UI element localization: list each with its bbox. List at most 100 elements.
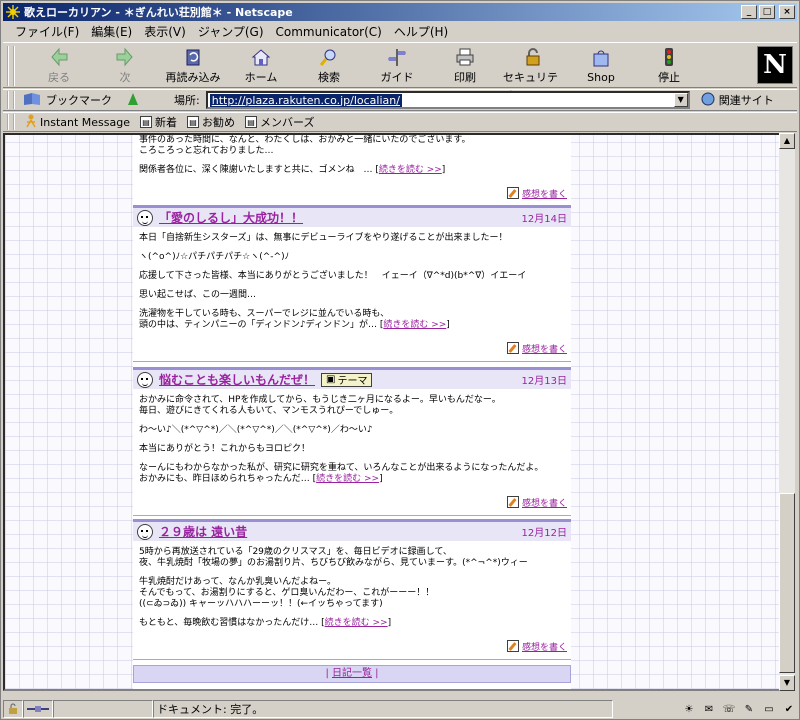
post-body: 5時から再放送されている「29歳のクリスマス」を、毎日ビデオに録画して、 夜、牛… <box>139 547 528 628</box>
vertical-scrollbar[interactable]: ▲ ▼ <box>779 133 795 691</box>
diary-post: 事件のあった時間に、なんと、わたくしは、おかみと一緒にいたのでございます。 ころ… <box>133 135 571 207</box>
url-dropdown-button[interactable]: ▼ <box>673 93 688 107</box>
browser-window: 歌えローカリアン - ＊ぎんれい荘別館＊ - Netscape _ □ × ファ… <box>0 0 800 720</box>
print-icon <box>454 47 476 67</box>
stop-icon <box>658 47 680 67</box>
location-label: 場所: <box>174 94 200 107</box>
pencil-icon <box>506 640 519 652</box>
reload-button[interactable]: 再読み込み <box>163 47 223 85</box>
diary-post: 悩むことも楽しいもんだぜ！ ▣ テーマ 12月13日 おかみに命令されて、HPを作… <box>133 367 571 516</box>
discussions-icon[interactable]: ☏ <box>721 702 737 716</box>
close-button[interactable]: × <box>779 5 795 19</box>
toolbar-grip[interactable] <box>7 114 15 130</box>
print-button[interactable]: 印刷 <box>435 47 495 85</box>
search-icon <box>318 47 340 67</box>
location-page-icon[interactable] <box>126 91 140 110</box>
menu-go[interactable]: ジャンプ(G) <box>192 23 270 40</box>
scroll-up-button[interactable]: ▲ <box>779 133 795 149</box>
diary-list-link[interactable]: 日記一覧 <box>332 668 372 679</box>
pencil-icon <box>506 342 519 354</box>
read-more-link[interactable]: 続きを読む >> <box>383 320 446 330</box>
stop-button[interactable]: 停止 <box>639 47 699 85</box>
netscape-app-icon <box>5 4 21 20</box>
minimize-button[interactable]: _ <box>741 5 757 19</box>
read-more-link[interactable]: 続きを読む >> <box>325 618 388 628</box>
smiley-face-icon <box>137 523 153 540</box>
navigation-toolbar: 戻る 次 再読み込み ホーム 検索 ガイド 印刷 セキュリティ <box>3 42 797 100</box>
menu-file[interactable]: ファイル(F) <box>9 23 85 40</box>
toolbar-grip[interactable] <box>7 46 15 86</box>
post-date: 12月12日 <box>521 528 567 539</box>
scrollbar-thumb[interactable] <box>779 493 795 673</box>
forward-arrow-icon <box>114 47 136 67</box>
forward-button[interactable]: 次 <box>95 47 155 85</box>
post-date: 12月14日 <box>521 214 567 225</box>
security-button[interactable]: セキュリティ <box>503 47 563 100</box>
scroll-down-button[interactable]: ▼ <box>779 675 795 691</box>
search-button[interactable]: 検索 <box>299 47 359 85</box>
page-icon: ▤ <box>187 116 199 128</box>
maximize-button[interactable]: □ <box>759 5 775 19</box>
bookmark-book-icon <box>23 92 43 109</box>
menu-edit[interactable]: 編集(E) <box>85 23 138 40</box>
toolbar-grip[interactable] <box>7 91 15 109</box>
title-bar[interactable]: 歌えローカリアン - ＊ぎんれい荘別館＊ - Netscape _ □ × <box>3 3 797 21</box>
pencil-icon <box>506 187 519 199</box>
diary-column: 事件のあった時間に、なんと、わたくしは、おかみと一緒にいたのでございます。 ころ… <box>133 135 571 689</box>
back-arrow-icon <box>48 47 70 67</box>
reload-icon <box>182 47 204 67</box>
navigator-icon[interactable]: ☀ <box>681 702 697 716</box>
members-link[interactable]: ▤ メンバーズ <box>245 114 314 130</box>
post-title[interactable]: 「愛のしるし」大成功！！ <box>159 209 303 226</box>
post-header: 「愛のしるし」大成功！！ 12月14日 <box>133 205 571 227</box>
menu-bar: ファイル(F) 編集(E) 表示(V) ジャンプ(G) Communicator… <box>3 22 797 41</box>
smiley-face-icon <box>137 209 153 226</box>
instant-message-link[interactable]: Instant Message <box>25 114 130 131</box>
menu-view[interactable]: 表示(V) <box>138 23 192 40</box>
url-input[interactable]: http://plaza.rakuten.co.jp/localian/ ▼ <box>205 91 690 109</box>
connection-icon[interactable] <box>23 700 53 718</box>
status-text-cell: ドキュメント: 完了。 <box>153 700 613 718</box>
write-comment-link[interactable]: 感想を書く <box>522 496 567 509</box>
post-header: 悩むことも楽しいもんだぜ！ ▣ テーマ 12月13日 <box>133 367 571 389</box>
read-more-link[interactable]: 続きを読む >> <box>379 165 442 175</box>
back-button[interactable]: 戻る <box>29 47 89 85</box>
post-body: おかみに命令されて、HPを作成してから、もうじき二ヶ月になるよー。早いもんだなー… <box>139 395 544 484</box>
theme-button[interactable]: ▣ テーマ <box>321 372 373 387</box>
status-text: ドキュメント: 完了。 <box>157 703 264 716</box>
recommend-link[interactable]: ▤ お勧め <box>187 114 235 130</box>
post-date: 12月13日 <box>521 376 567 387</box>
pencil-icon <box>506 496 519 508</box>
write-comment-link[interactable]: 感想を書く <box>522 342 567 355</box>
theme-icon: ▣ <box>326 374 336 385</box>
post-title[interactable]: ２９歳は 遠い昔 <box>159 523 247 540</box>
post-title[interactable]: 悩むことも楽しいもんだぜ！ <box>159 371 315 388</box>
page-content[interactable]: 事件のあった時間に、なんと、わたくしは、おかみと一緒にいたのでございます。 ころ… <box>3 133 781 691</box>
divider <box>133 659 571 660</box>
comment-row: 感想を書く <box>133 637 571 655</box>
post-body: 本日「自捨新生シスターズ」は、無事にデビューライブをやり遂げることが出来ましたー… <box>139 233 527 330</box>
post-header: ２９歳は 遠い昔 12月12日 <box>133 519 571 541</box>
home-button[interactable]: ホーム <box>231 47 291 85</box>
menu-help[interactable]: ヘルプ(H) <box>388 23 454 40</box>
divider <box>133 515 571 516</box>
guide-button[interactable]: ガイド <box>367 47 427 85</box>
bookmarks-button[interactable]: ブックマーク <box>23 92 112 109</box>
menu-communicator[interactable]: Communicator(C) <box>270 25 388 39</box>
shop-button[interactable]: Shop <box>571 47 631 85</box>
read-more-link[interactable]: 続きを読む >> <box>316 474 379 484</box>
write-comment-link[interactable]: 感想を書く <box>522 187 567 200</box>
composer-icon[interactable]: ✎ <box>741 702 757 716</box>
address-book-icon[interactable]: ▭ <box>761 702 777 716</box>
security-status-icon[interactable] <box>3 700 23 718</box>
component-bar: ☀ ✉ ☏ ✎ ▭ ✔ <box>681 702 797 716</box>
url-text: http://plaza.rakuten.co.jp/localian/ <box>209 93 402 107</box>
location-toolbar: ブックマーク 場所: http://plaza.rakuten.co.jp/lo… <box>3 89 797 111</box>
new-link[interactable]: ▤ 新着 <box>140 114 177 130</box>
netscape-logo[interactable]: N <box>757 46 793 84</box>
write-comment-link[interactable]: 感想を書く <box>522 640 567 653</box>
page-icon: ▤ <box>140 116 152 128</box>
related-sites-button[interactable]: 関連サイト <box>700 92 774 109</box>
instant-messenger-icon[interactable]: ✔ <box>781 702 797 716</box>
mail-icon[interactable]: ✉ <box>701 702 717 716</box>
